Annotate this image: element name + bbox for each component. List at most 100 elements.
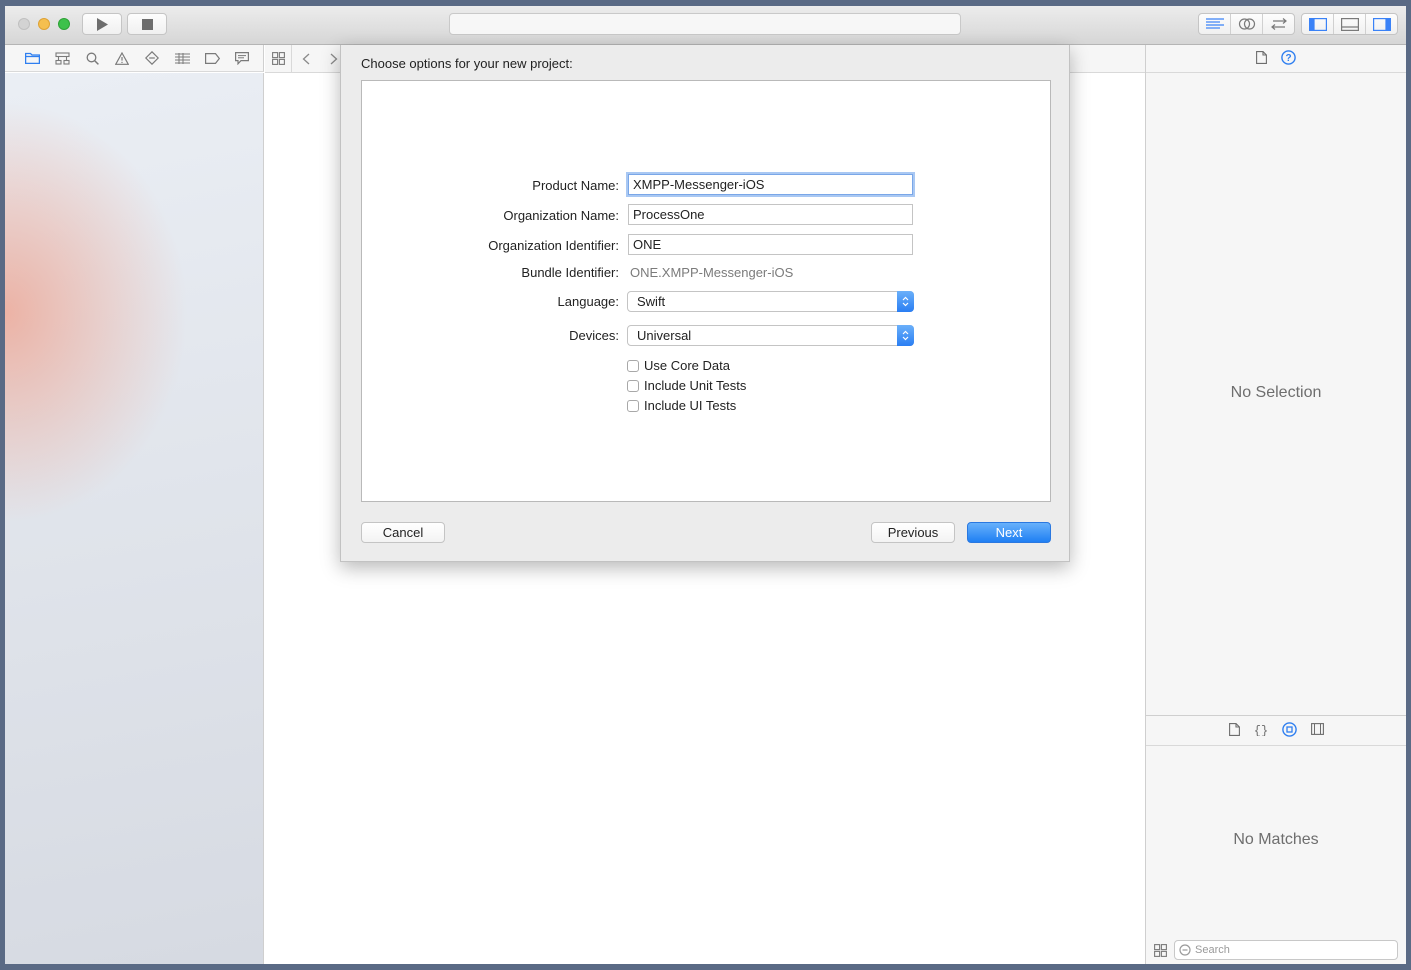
- warning-triangle-icon: [115, 51, 129, 65]
- related-items-button[interactable]: [265, 45, 292, 72]
- assistant-editor-button[interactable]: [1230, 14, 1262, 34]
- inspector-selector-bar: ?: [1146, 45, 1406, 73]
- include-unit-tests-checkbox[interactable]: Include Unit Tests: [627, 378, 746, 393]
- breakpoint-tag-icon: [204, 52, 220, 64]
- no-matches-label: No Matches: [1233, 831, 1319, 848]
- chevron-right-icon: [330, 53, 338, 64]
- standard-editor-button[interactable]: [1199, 14, 1230, 34]
- cancel-button[interactable]: Cancel: [361, 522, 445, 543]
- minimize-window-button[interactable]: [38, 18, 50, 30]
- breakpoint-navigator-tab[interactable]: [197, 52, 227, 64]
- run-button[interactable]: [82, 13, 122, 35]
- checkbox-label: Include UI Tests: [644, 398, 737, 413]
- go-back-button[interactable]: [292, 53, 320, 65]
- organization-identifier-input[interactable]: [628, 234, 913, 255]
- file-template-library-tab[interactable]: [1228, 722, 1240, 739]
- checkbox-label: Use Core Data: [644, 358, 730, 373]
- sheet-title: Choose options for your new project:: [361, 56, 573, 71]
- document-icon: [1228, 722, 1240, 736]
- report-navigator-tab[interactable]: [227, 51, 257, 65]
- svg-text:?: ?: [1285, 53, 1291, 64]
- organization-name-input[interactable]: [628, 204, 913, 225]
- speech-bubble-icon: [235, 51, 249, 65]
- film-icon: [1310, 723, 1324, 735]
- navigator-selector-bar: [5, 45, 264, 72]
- library-search-field[interactable]: Search: [1174, 940, 1398, 960]
- activity-viewer: [449, 13, 961, 35]
- popup-arrows-icon: [897, 325, 914, 346]
- search-placeholder: Search: [1195, 944, 1230, 956]
- previous-button[interactable]: Previous: [871, 522, 955, 543]
- new-project-options-sheet: Choose options for your new project: Pro…: [340, 45, 1070, 562]
- panel-bottom-icon: [1340, 17, 1359, 31]
- svg-text:{}: {}: [1254, 724, 1268, 736]
- sidebar-left-icon: [1308, 17, 1327, 31]
- library-selector-bar: {}: [1146, 715, 1406, 746]
- test-navigator-tab[interactable]: [137, 51, 167, 65]
- grid-icon: [1154, 944, 1167, 957]
- folder-icon: [24, 52, 40, 64]
- zoom-window-button[interactable]: [58, 18, 70, 30]
- symbol-navigator-tab[interactable]: [47, 51, 77, 65]
- gauge-bars-icon: [174, 52, 190, 64]
- object-library-tab[interactable]: [1281, 721, 1297, 740]
- object-circle-icon: [1281, 721, 1297, 737]
- view-toggle-control[interactable]: [1301, 13, 1398, 35]
- navigator-area: [5, 73, 264, 964]
- sidebar-right-icon: [1372, 17, 1391, 31]
- toggle-utilities-button[interactable]: [1365, 14, 1397, 34]
- code-snippet-library-tab[interactable]: {}: [1253, 723, 1268, 739]
- chevron-left-icon: [302, 53, 310, 64]
- language-value: Swift: [637, 294, 666, 309]
- toolbar: [5, 6, 1406, 45]
- product-name-input[interactable]: [628, 174, 913, 195]
- devices-label: Devices:: [569, 328, 619, 343]
- braces-icon: {}: [1253, 724, 1268, 738]
- grid-icon: [271, 52, 285, 65]
- checkbox-label: Include Unit Tests: [644, 378, 747, 393]
- project-navigator-tab[interactable]: [17, 52, 47, 64]
- play-icon: [97, 17, 108, 31]
- devices-popup[interactable]: Universal: [627, 325, 914, 346]
- filter-icon: [1179, 944, 1191, 956]
- checkbox-box[interactable]: [627, 379, 639, 392]
- stop-icon: [141, 18, 153, 30]
- quick-help-tab[interactable]: ?: [1281, 49, 1296, 68]
- toggle-debug-area-button[interactable]: [1333, 14, 1365, 34]
- no-selection-label: No Selection: [1230, 384, 1322, 401]
- organization-identifier-label: Organization Identifier:: [488, 238, 619, 253]
- include-ui-tests-checkbox[interactable]: Include UI Tests: [627, 398, 736, 413]
- hierarchy-icon: [54, 51, 70, 65]
- version-editor-button[interactable]: [1262, 14, 1294, 34]
- close-window-button[interactable]: [18, 18, 30, 30]
- editor-mode-control[interactable]: [1198, 13, 1295, 35]
- library-grid-toggle[interactable]: [1154, 944, 1167, 960]
- diamond-minus-icon: [145, 51, 159, 65]
- product-name-label: Product Name:: [532, 178, 619, 193]
- use-core-data-checkbox[interactable]: Use Core Data: [627, 358, 730, 373]
- checkbox-box[interactable]: [627, 399, 639, 412]
- stop-button[interactable]: [127, 13, 167, 35]
- venn-icon: [1238, 18, 1255, 30]
- align-left-icon: [1205, 18, 1224, 29]
- language-popup[interactable]: Swift: [627, 291, 914, 312]
- toggle-navigator-button[interactable]: [1302, 14, 1333, 34]
- popup-arrows-icon: [897, 291, 914, 312]
- swap-arrows-icon: [1270, 18, 1287, 30]
- help-circle-icon: ?: [1281, 49, 1296, 65]
- document-icon: [1256, 50, 1267, 64]
- xcode-window: ? No Selection {} No Matches Search Choo…: [5, 6, 1406, 964]
- devices-value: Universal: [637, 328, 692, 343]
- find-navigator-tab[interactable]: [77, 52, 107, 65]
- next-button[interactable]: Next: [967, 522, 1051, 543]
- checkbox-box[interactable]: [627, 359, 639, 372]
- bundle-identifier-value: ONE.XMPP-Messenger-iOS: [630, 265, 794, 280]
- media-library-tab[interactable]: [1310, 723, 1324, 738]
- debug-navigator-tab[interactable]: [167, 52, 197, 64]
- library-filter-bar: Search: [1146, 938, 1406, 964]
- file-inspector-tab[interactable]: [1256, 50, 1267, 67]
- organization-name-label: Organization Name:: [503, 208, 619, 223]
- magnifier-icon: [86, 52, 99, 65]
- options-panel: Product Name: Organization Name: Organiz…: [361, 80, 1051, 502]
- issue-navigator-tab[interactable]: [107, 51, 137, 65]
